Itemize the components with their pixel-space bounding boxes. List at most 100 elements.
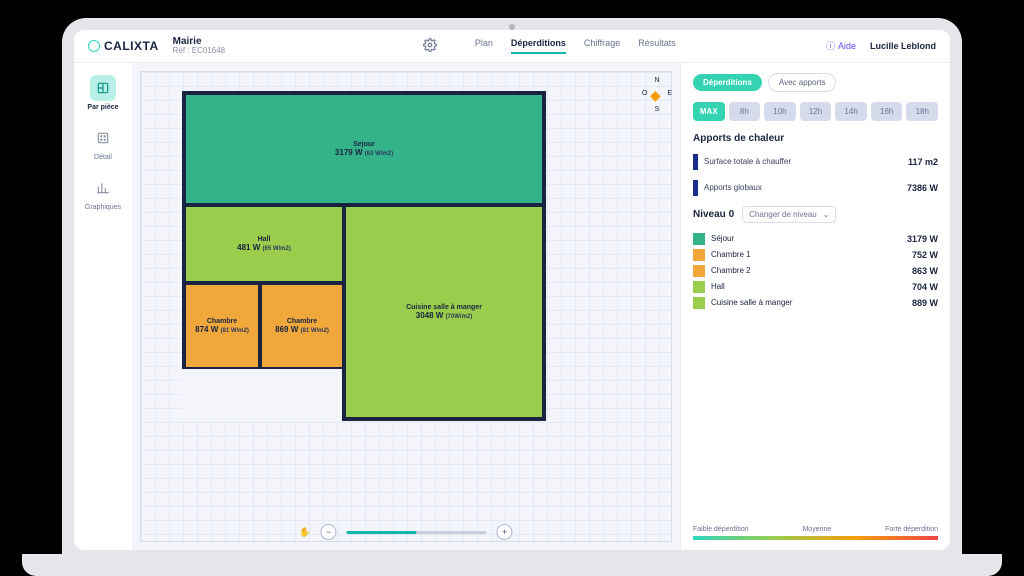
room-watts: 3179 W (335, 148, 363, 157)
help-link[interactable]: ⓘ Aide (826, 39, 856, 52)
detail-icon (90, 125, 116, 151)
room-name: Chambre (207, 318, 237, 325)
list-item[interactable]: Hall 704 W (693, 281, 938, 293)
hour-10h[interactable]: 10h (764, 102, 796, 121)
sidebar-item-graphiques[interactable]: Graphiques (85, 175, 121, 211)
logo: CALIXTA (88, 39, 159, 53)
help-icon: ⓘ (826, 39, 835, 52)
gear-icon[interactable] (423, 38, 437, 54)
list-item[interactable]: Chambre 2 863 W (693, 265, 938, 277)
hand-icon[interactable]: ✋ (299, 527, 310, 538)
room-list-name: Séjour (711, 234, 901, 243)
room-name: Sejour (353, 141, 375, 148)
zoom-slider[interactable] (347, 531, 487, 534)
room-list-name: Hall (711, 282, 906, 291)
hour-18h[interactable]: 18h (906, 102, 938, 121)
swatch-icon (693, 281, 705, 293)
compass-rose-icon: O E (648, 86, 666, 104)
hour-16h[interactable]: 16h (871, 102, 903, 121)
sidebar: Par pièce Détail Graphiques (74, 63, 132, 550)
compass-n: N (648, 77, 666, 84)
room-cuisine[interactable]: Cuisine salle à manger 3048 W (70W/m2) (344, 205, 544, 419)
sidebar-item-par-piece[interactable]: Par pièce (87, 75, 118, 111)
sidebar-item-label: Graphiques (85, 204, 121, 211)
list-item[interactable]: Chambre 1 752 W (693, 249, 938, 261)
room-watts: 481 W (237, 243, 260, 252)
compass-s: S (648, 106, 666, 113)
sidebar-item-detail[interactable]: Détail (90, 125, 116, 161)
tab-deperditions[interactable]: Déperditions (511, 38, 566, 54)
heat-legend: Faible déperdition Moyenne Forte déperdi… (693, 526, 938, 540)
toggle-avec-apports[interactable]: Avec apports (768, 73, 837, 92)
legend-low: Faible déperdition (693, 526, 749, 533)
room-list-watts: 3179 W (907, 234, 938, 244)
room-watts: 874 W (195, 325, 218, 334)
level-label: Niveau 0 (693, 209, 734, 220)
room-density: (65 W/m2) (263, 246, 291, 252)
room-hall[interactable]: Hall 481 W (65 W/m2) (184, 205, 344, 283)
toggle-deperditions[interactable]: Déperditions (693, 74, 762, 91)
level-select-text: Changer de niveau (749, 210, 817, 219)
list-item[interactable]: Cuisine salle à manger 889 W (693, 297, 938, 309)
room-density: (63 W/m2) (365, 151, 393, 157)
user-name[interactable]: Lucille Leblond (870, 41, 936, 51)
room-chambre-2[interactable]: Chambre 869 W (81 W/m2) (260, 283, 344, 369)
room-density: (70W/m2) (446, 314, 473, 320)
room-sejour[interactable]: Sejour 3179 W (63 W/m2) (184, 93, 544, 205)
room-icon (90, 75, 116, 101)
hour-14h[interactable]: 14h (835, 102, 867, 121)
hour-8h[interactable]: 8h (729, 102, 761, 121)
metric-bar-icon (693, 154, 698, 170)
hour-max[interactable]: MAX (693, 102, 725, 121)
hour-12h[interactable]: 12h (800, 102, 832, 121)
list-item[interactable]: Séjour 3179 W (693, 233, 938, 245)
compass: N O E S (648, 77, 666, 113)
room-name: Hall (258, 236, 271, 243)
metric-surface: Surface totale à chauffer 117 m2 (693, 154, 938, 170)
room-list-watts: 752 W (912, 250, 938, 260)
topbar: CALIXTA Mairie Réf : EC01648 Plan Déperd… (74, 30, 950, 63)
room-list-watts: 863 W (912, 266, 938, 276)
room-density: (81 W/m2) (301, 328, 329, 334)
chart-icon (90, 175, 116, 201)
swatch-icon (693, 265, 705, 277)
zoom-in-button[interactable]: + (497, 524, 513, 540)
metric-apports: Apports globaux 7386 W (693, 180, 938, 196)
room-name: Chambre (287, 318, 317, 325)
hour-selector: MAX 8h 10h 12h 14h 16h 18h (693, 102, 938, 121)
room-watts: 3048 W (416, 311, 444, 320)
metric-label: Apports globaux (704, 183, 901, 192)
room-list-watts: 889 W (912, 298, 938, 308)
apports-title: Apports de chaleur (693, 133, 938, 144)
chevron-down-icon: ⌄ (823, 210, 830, 219)
room-chambre-1[interactable]: Chambre 874 W (81 W/m2) (184, 283, 260, 369)
tab-resultats[interactable]: Résultats (638, 38, 676, 54)
room-name: Cuisine salle à manger (406, 304, 482, 311)
room-list: Séjour 3179 W Chambre 1 752 W Chambre 2 … (693, 233, 938, 309)
logo-mark-icon (88, 40, 100, 52)
swatch-icon (693, 233, 705, 245)
room-list-name: Chambre 2 (711, 266, 906, 275)
tab-plan[interactable]: Plan (475, 38, 493, 54)
compass-e: E (667, 90, 672, 97)
room-list-name: Chambre 1 (711, 250, 906, 259)
zoom-out-button[interactable]: − (321, 524, 337, 540)
room-list-watts: 704 W (912, 282, 938, 292)
compass-w: O (642, 90, 647, 97)
room-watts: 869 W (275, 325, 298, 334)
zoom-controls: ✋ − + (299, 524, 512, 540)
project-block: Mairie Réf : EC01648 (173, 36, 273, 56)
sidebar-item-label: Détail (94, 154, 112, 161)
swatch-icon (693, 249, 705, 261)
metric-value: 117 m2 (908, 157, 938, 167)
floorplan-canvas[interactable]: N O E S Sejour 3179 W (63 W/m2) (132, 63, 680, 550)
floorplan: Sejour 3179 W (63 W/m2) Hall 481 W (65 W… (182, 91, 546, 421)
legend-high: Forte déperdition (885, 526, 938, 533)
sidebar-item-label: Par pièce (87, 104, 118, 111)
help-label: Aide (838, 41, 856, 51)
legend-gradient (693, 536, 938, 540)
metric-value: 7386 W (907, 183, 938, 193)
right-panel: Déperditions Avec apports MAX 8h 10h 12h… (680, 63, 950, 550)
level-select[interactable]: Changer de niveau ⌄ (742, 206, 836, 223)
tab-chiffrage[interactable]: Chiffrage (584, 38, 620, 54)
